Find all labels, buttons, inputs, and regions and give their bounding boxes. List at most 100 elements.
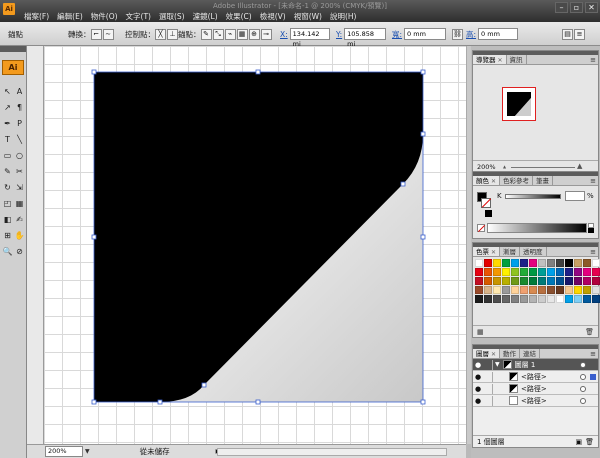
swatch[interactable] <box>502 259 510 267</box>
swatch[interactable] <box>574 286 582 294</box>
menu-window[interactable]: 視窗(W) <box>290 12 326 22</box>
swatch[interactable] <box>574 295 582 303</box>
tab-color-guide[interactable]: 色彩參考 <box>500 176 534 185</box>
selection-handle[interactable] <box>255 399 261 405</box>
menu-help[interactable]: 說明(H) <box>326 12 361 22</box>
show-handles-icon[interactable]: ╳ <box>155 28 166 40</box>
direct-select-icon[interactable]: A <box>14 86 25 97</box>
swatch[interactable] <box>511 286 519 294</box>
navigator-zoom[interactable]: 200% <box>477 163 496 171</box>
swatch[interactable] <box>565 286 573 294</box>
layer-row[interactable]: ● ▼ 圖層 1 <box>473 359 598 371</box>
swatch[interactable] <box>520 295 528 303</box>
swatch[interactable] <box>538 286 546 294</box>
swatch[interactable] <box>502 277 510 285</box>
close-tab-icon[interactable]: ✕ <box>491 178 496 185</box>
close-tab-icon[interactable]: ✕ <box>491 249 496 256</box>
swatch[interactable] <box>583 295 591 303</box>
selection-indicator[interactable] <box>590 373 596 380</box>
swatch[interactable] <box>475 259 483 267</box>
swatch[interactable] <box>592 286 600 294</box>
panel-menu-icon[interactable]: ≡ <box>590 176 596 186</box>
swatch[interactable] <box>529 295 537 303</box>
swatch[interactable] <box>592 295 600 303</box>
swatch-library-icon[interactable]: ▦ <box>477 328 484 336</box>
panel-menu-icon[interactable]: ≡ <box>590 247 596 257</box>
path-name[interactable]: <路徑> <box>521 372 547 382</box>
zoom-out-icon[interactable]: ▲ <box>503 164 506 169</box>
new-layer-icon[interactable]: ▣ <box>575 438 582 446</box>
path-name[interactable]: <路徑> <box>521 396 547 406</box>
lock-toggle[interactable] <box>483 371 493 382</box>
selection-handle[interactable] <box>91 399 97 405</box>
brush-tool-icon[interactable]: ✎ <box>2 166 13 177</box>
delete-layer-icon[interactable]: 🗑 <box>585 438 594 446</box>
swatch[interactable] <box>493 277 501 285</box>
swatch[interactable] <box>520 268 528 276</box>
w-field[interactable]: 0 mm <box>404 28 447 40</box>
lock-toggle[interactable] <box>483 383 493 394</box>
swatch[interactable] <box>538 277 546 285</box>
remove-anchor-icon[interactable]: ✎ <box>200 28 212 40</box>
black-swatch[interactable] <box>588 228 594 233</box>
hide-handles-icon[interactable]: ⊥ <box>167 28 178 40</box>
swatch[interactable] <box>556 268 564 276</box>
swatch[interactable] <box>556 295 564 303</box>
visibility-eye-icon[interactable]: ● <box>473 385 483 393</box>
swatch[interactable] <box>520 259 528 267</box>
maximize-button[interactable]: ▫ <box>570 2 583 13</box>
swatch[interactable] <box>565 277 573 285</box>
tab-color[interactable]: 顏色 ✕ <box>473 176 501 185</box>
selection-handle[interactable] <box>420 399 426 405</box>
convert-corner-icon[interactable]: ⌐ <box>90 28 102 40</box>
swatch[interactable] <box>511 295 519 303</box>
gradient-tool-icon[interactable]: ⊞ <box>2 230 13 241</box>
close-tab-icon[interactable]: ✕ <box>498 57 503 64</box>
tab-layers[interactable]: 圖層 ✕ <box>473 349 501 358</box>
visibility-eye-icon[interactable]: ● <box>473 397 483 405</box>
swatch[interactable] <box>475 286 483 294</box>
zoom-field[interactable]: 200% <box>45 446 83 457</box>
menu-object[interactable]: 物件(O) <box>87 12 122 22</box>
swatch[interactable] <box>493 259 501 267</box>
h-field[interactable]: 0 mm <box>478 28 519 40</box>
selection-handle[interactable] <box>255 69 261 75</box>
delete-swatch-icon[interactable]: 🗑 <box>585 328 594 336</box>
swatch[interactable] <box>556 259 564 267</box>
swatch[interactable] <box>538 295 546 303</box>
eraser-tool-icon[interactable]: ⊘ <box>14 246 25 257</box>
swatch[interactable] <box>556 286 564 294</box>
swatch[interactable] <box>511 277 519 285</box>
last-color-swatch[interactable] <box>485 210 492 217</box>
swatch[interactable] <box>511 259 519 267</box>
cut-anchor-icon[interactable]: ⌁ <box>224 28 236 40</box>
swatch[interactable] <box>565 259 573 267</box>
swatch[interactable] <box>529 259 537 267</box>
ellipse-tool-icon[interactable]: ○ <box>14 150 25 161</box>
close-tab-icon[interactable]: ✕ <box>491 351 496 358</box>
swatch[interactable] <box>493 268 501 276</box>
swatch[interactable] <box>583 286 591 294</box>
swatch[interactable] <box>583 259 591 267</box>
workspace-menu-icon[interactable]: ▤ ≡ <box>562 22 586 46</box>
swatch[interactable] <box>484 268 492 276</box>
swatch[interactable] <box>538 268 546 276</box>
menu-effect[interactable]: 效果(C) <box>222 12 256 22</box>
link-wh-icon[interactable]: ⛓ <box>452 22 464 46</box>
tab-info[interactable]: 資訊 <box>506 55 527 64</box>
selection-tool-icon[interactable]: ↖ <box>2 86 13 97</box>
zoom-in-icon[interactable]: ▲ <box>577 162 582 170</box>
swatch[interactable] <box>592 259 600 267</box>
lock-toggle[interactable] <box>483 359 493 370</box>
swatch[interactable] <box>493 286 501 294</box>
hand-tool-icon[interactable]: ✋ <box>14 230 25 241</box>
swatch[interactable] <box>538 259 546 267</box>
menu-edit[interactable]: 編輯(E) <box>53 12 87 22</box>
swatch[interactable] <box>484 277 492 285</box>
warp-tool-icon[interactable]: ◰ <box>2 198 13 209</box>
selection-handle[interactable] <box>420 234 426 240</box>
swatch[interactable] <box>565 268 573 276</box>
line-tool-icon[interactable]: ╲ <box>14 134 25 145</box>
rotate-tool-icon[interactable]: ↻ <box>2 182 13 193</box>
swatch[interactable] <box>520 286 528 294</box>
